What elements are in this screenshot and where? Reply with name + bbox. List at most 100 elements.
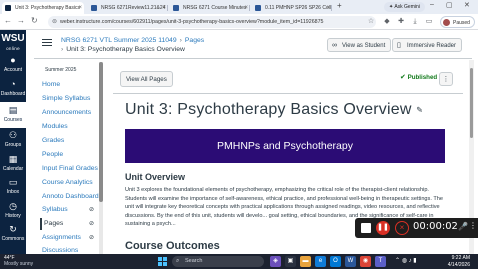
outlook-icon[interactable]: O [330, 256, 341, 267]
breadcrumb-pages[interactable]: Pages [185, 37, 204, 44]
profile-button[interactable]: Paused [440, 16, 475, 28]
close-tab-icon[interactable]: × [78, 2, 82, 14]
hidden-eye-icon: ⊘ [89, 235, 95, 241]
search-placeholder: Search [185, 258, 203, 264]
minimize-icon[interactable]: – [430, 1, 434, 8]
tab-pmhnp[interactable]: 0.11 PMHNP SP26 SP26 Coll × [252, 2, 332, 14]
nav-label: Inbox [6, 189, 20, 195]
course-nav-discussions[interactable]: Discussions [42, 245, 98, 254]
course-nav-home[interactable]: Home [42, 79, 98, 91]
global-nav-history[interactable]: ◷ History [0, 201, 26, 219]
ask-gemini-label: Ask Gemini [394, 4, 420, 10]
word-favicon-icon [91, 5, 97, 11]
ask-gemini-button[interactable]: ✦ Ask Gemini [384, 2, 425, 12]
global-nav-inbox[interactable]: ▭ Inbox [0, 177, 26, 195]
close-tab-icon[interactable]: × [162, 2, 166, 14]
tab-title: Unit 3: Psychotherapy Basics [15, 5, 81, 11]
global-nav-calendar[interactable]: ▦ Calendar [0, 154, 26, 172]
page-options-kebab-icon[interactable]: ⋮ [439, 72, 453, 86]
file-explorer-icon[interactable]: ▬ [300, 256, 311, 267]
global-nav-commons[interactable]: ↻ Commons [0, 224, 26, 242]
maximize-icon[interactable]: ▢ [446, 1, 453, 9]
immersive-reader-button[interactable]: ▯ Immersive Reader [392, 38, 463, 52]
pause-recording-button[interactable]: ❚❚ [376, 221, 390, 235]
edge-browser-icon[interactable]: e [315, 256, 326, 267]
check-circle-icon: ✔ [400, 74, 406, 81]
extensions-puzzle-icon[interactable]: ✚ [396, 17, 406, 27]
taskbar-clock[interactable]: 9:22 AM 4/14/2026 [430, 255, 470, 268]
logo-subtext: online [6, 46, 20, 51]
stop-recording-button[interactable] [361, 223, 371, 233]
weather-widget[interactable]: 44°F Mostly sunny [4, 255, 33, 267]
wsu-online-logo[interactable]: WSU online [0, 34, 26, 54]
calendar-icon: ▦ [8, 154, 18, 164]
book-icon: ▤ [8, 105, 18, 115]
forward-icon[interactable]: → [17, 16, 25, 25]
reload-icon[interactable]: ↻ [31, 16, 38, 25]
new-tab-button[interactable]: + [337, 1, 342, 10]
copilot-app-icon[interactable]: ◈ [270, 256, 281, 267]
course-nav-pages[interactable]: Pages [40, 218, 96, 230]
recording-timer: 00:00:02 [413, 221, 458, 232]
course-outcomes-heading: Course Outcomes [125, 240, 220, 252]
published-status-badge[interactable]: ✔ Published [400, 73, 437, 81]
global-navigation: WSU online ● Account ◔ Dashboard ▤ Cours… [0, 30, 26, 254]
close-window-icon[interactable]: ✕ [464, 1, 470, 9]
tab-course-minutes[interactable]: NRSG 6271 Course Minutes × [170, 2, 250, 14]
canvas-favicon-icon [5, 5, 11, 11]
close-tab-icon[interactable]: × [326, 2, 330, 14]
site-info-icon[interactable]: ⊜ [52, 16, 57, 28]
taskbar-search-input[interactable]: ⌕ Search [172, 256, 264, 267]
discard-recording-icon[interactable]: × [395, 221, 409, 235]
windows-taskbar: 44°F Mostly sunny ⌕ Search ◈ ▣ ▬ e O W ◉… [0, 254, 478, 269]
word-icon[interactable]: W [345, 256, 356, 267]
course-nav-grades[interactable]: Grades [42, 135, 98, 147]
course-menu-toggle-icon[interactable] [42, 39, 52, 47]
start-windows-icon[interactable] [158, 257, 167, 266]
microphone-icon[interactable]: 🎤 [458, 222, 468, 231]
global-nav-account[interactable]: ● Account [0, 55, 26, 73]
published-label: Published [407, 74, 438, 81]
profile-status: Paused [453, 20, 470, 26]
split-view-icon[interactable]: ▭ [424, 17, 434, 27]
logo-text: WSU [1, 33, 25, 44]
term-label: Summer 2025 [45, 67, 77, 73]
course-nav-people[interactable]: People [42, 149, 98, 161]
course-nav-modules[interactable]: Modules [42, 121, 98, 133]
global-nav-groups[interactable]: ⚇ Groups [0, 130, 26, 148]
chrome-icon[interactable]: ◉ [360, 256, 371, 267]
weather-desc: Mostly sunny [4, 261, 34, 267]
back-icon[interactable]: ← [4, 16, 12, 25]
global-nav-courses[interactable]: ▤ Courses [0, 102, 26, 128]
scrollbar-thumb[interactable] [99, 62, 103, 202]
annotate-pen-icon[interactable]: ✎ [416, 105, 423, 114]
teams-icon[interactable]: T [375, 256, 386, 267]
close-tab-icon[interactable]: × [244, 2, 248, 14]
button-label: View as Student [342, 43, 386, 49]
glasses-icon: ∞ [332, 42, 337, 49]
view-all-pages-button[interactable]: View All Pages [120, 71, 173, 87]
course-nav-annoto-dashboard[interactable]: Annoto Dashboard [42, 191, 99, 203]
view-as-student-button[interactable]: ∞ View as Student [327, 38, 392, 52]
course-nav-input-final-grades[interactable]: Input Final Grades [42, 163, 98, 175]
global-nav-dashboard[interactable]: ◔ Dashboard [0, 79, 26, 97]
more-options-icon[interactable]: ⋮ [469, 221, 477, 230]
tab-review[interactable]: NRSG 6271Review11.21&24 × [88, 2, 168, 14]
download-icon[interactable]: ⤓ [410, 17, 420, 27]
url-input[interactable]: ⊜ weber.instructure.com/courses/602911/p… [48, 16, 376, 28]
header-divider [34, 58, 472, 59]
nav-label: Courses [3, 117, 23, 123]
breadcrumb-course[interactable]: NRSG 6271 VTL Summer 2025 11049 [61, 37, 177, 44]
course-nav-simple-syllabus[interactable]: Simple Syllabus [42, 93, 98, 105]
tab-unit-3[interactable]: Unit 3: Psychotherapy Basics × [2, 2, 84, 14]
course-nav-scrollbar[interactable] [99, 62, 103, 254]
course-nav-course-analytics[interactable]: Course Analytics [42, 177, 98, 189]
bookmark-star-icon[interactable]: ☆ [366, 17, 376, 27]
word-favicon-icon [173, 5, 179, 11]
course-nav-announcements[interactable]: Announcements [42, 107, 98, 119]
system-tray-icons[interactable]: ⌃ ◍ ♪ ▮ [395, 257, 417, 264]
scrollbar-thumb[interactable] [470, 68, 473, 138]
tab-title: NRSG 6271Review11.21&24 [101, 5, 166, 11]
extension-icon[interactable]: ◆ [382, 17, 392, 27]
task-view-icon[interactable]: ▣ [285, 256, 296, 267]
